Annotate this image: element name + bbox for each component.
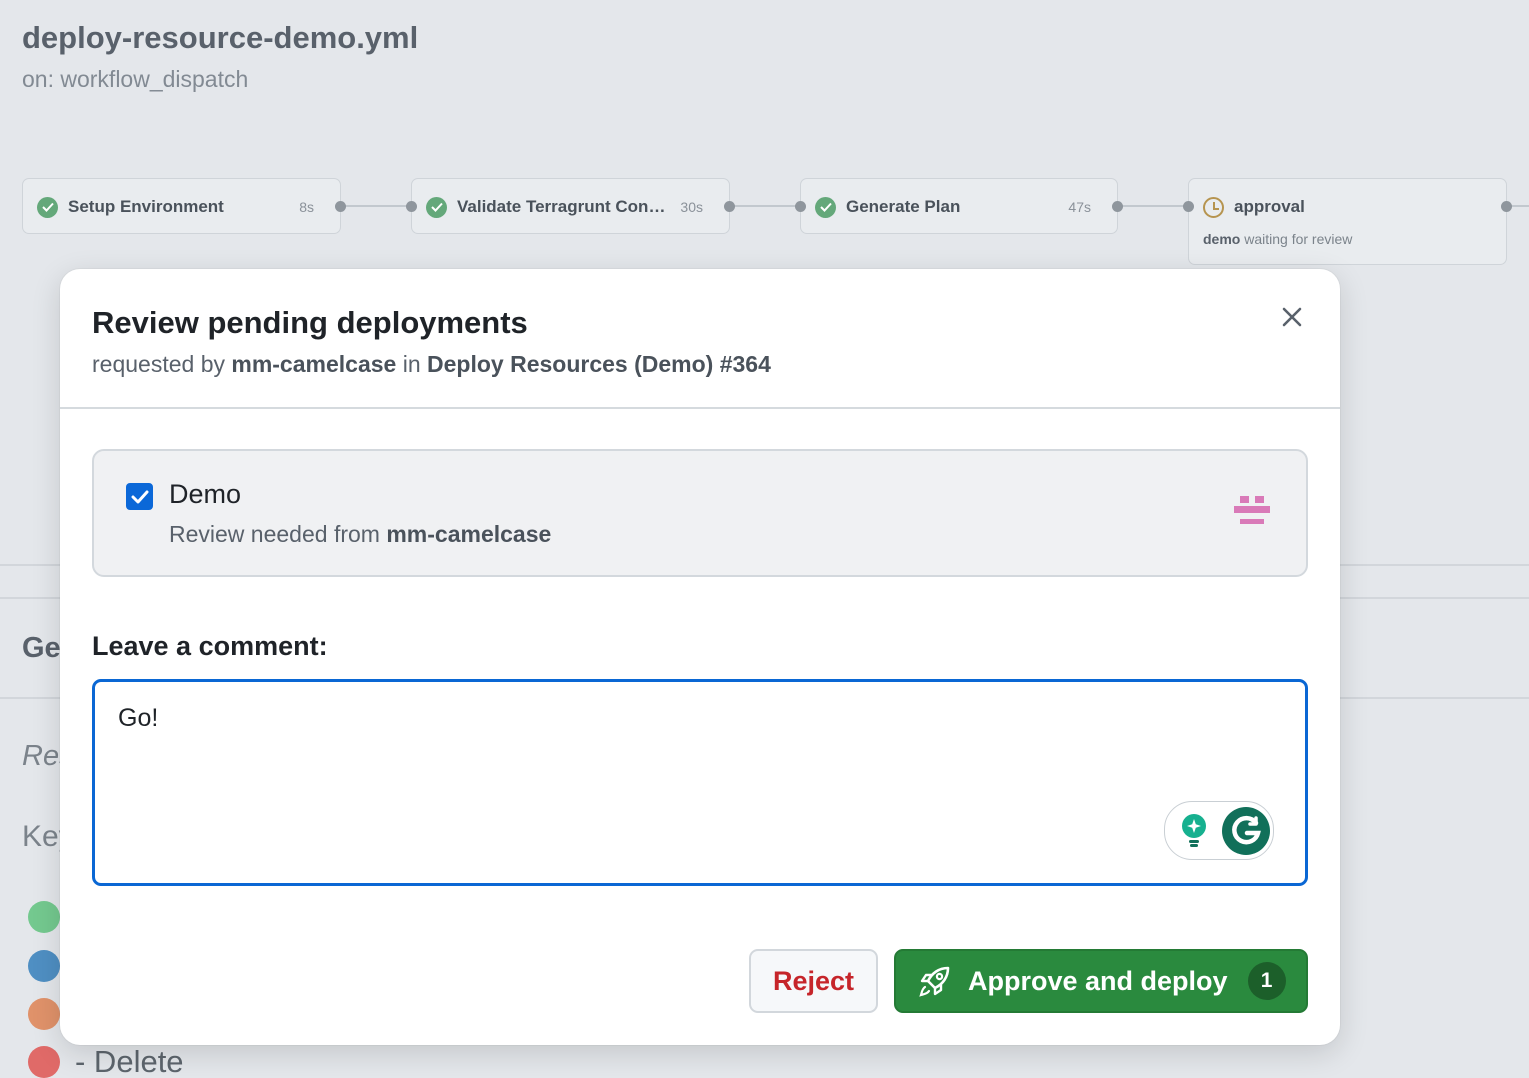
grammarly-widget[interactable]: [1164, 801, 1274, 860]
job-port: [795, 201, 806, 212]
job-connector: [341, 205, 411, 207]
dialog-header: Review pending deployments requested by …: [60, 269, 1340, 409]
checkbox-icon[interactable]: [126, 483, 153, 510]
job-port: [1501, 201, 1512, 212]
job-status-text: demo waiting for review: [1203, 231, 1352, 247]
job-card-setup-environment[interactable]: Setup Environment 8s: [22, 178, 346, 234]
requested-by-label: requested by: [92, 351, 225, 377]
job-name: approval: [1234, 197, 1305, 216]
review-needed-label: Review needed from: [169, 521, 380, 547]
environment-option-demo[interactable]: Demo Review needed from mm-camelcase: [92, 449, 1308, 577]
comment-textarea[interactable]: [92, 679, 1308, 886]
clock-icon: [1203, 196, 1224, 218]
approve-and-deploy-button[interactable]: Approve and deploy 1: [894, 949, 1308, 1013]
approve-count-badge: 1: [1247, 962, 1286, 1000]
job-environment: demo: [1203, 231, 1241, 247]
summary-section-heading: Ge: [22, 632, 61, 664]
approve-button-label: Approve and deploy: [968, 965, 1228, 996]
job-duration: 47s: [1068, 199, 1091, 215]
job-port: [1183, 201, 1194, 212]
job-connector: [730, 205, 800, 207]
requester-name: mm-camelcase: [231, 351, 397, 377]
dialog-subtitle: requested by mm-camelcase in Deploy Reso…: [92, 351, 771, 378]
reviewer-name: mm-camelcase: [386, 521, 552, 547]
dialog-title: Review pending deployments: [92, 305, 528, 340]
close-button[interactable]: [1276, 301, 1308, 333]
comment-label: Leave a comment:: [92, 631, 328, 661]
job-port: [406, 201, 417, 212]
check-circle-icon: [426, 196, 447, 218]
reject-button[interactable]: Reject: [749, 949, 878, 1013]
job-port: [724, 201, 735, 212]
job-name: Validate Terragrunt Configu...: [457, 197, 671, 216]
grammarly-bulb-icon[interactable]: [1179, 813, 1209, 849]
run-name: Deploy Resources (Demo) #364: [427, 351, 771, 377]
in-label: in: [402, 351, 421, 377]
close-icon[interactable]: [1282, 307, 1302, 327]
legend-dot-update: [28, 950, 60, 982]
check-circle-icon: [37, 196, 58, 218]
job-port: [1112, 201, 1123, 212]
workflow-trigger: on: workflow_dispatch: [22, 66, 249, 92]
job-card-generate-plan[interactable]: Generate Plan 47s: [795, 178, 1123, 234]
legend-dot-create: [28, 901, 60, 933]
grammarly-logo-icon[interactable]: [1222, 806, 1270, 855]
job-connector: [1118, 205, 1188, 207]
review-deployments-dialog: Review pending deployments requested by …: [60, 269, 1340, 1045]
rocket-icon: [919, 966, 950, 997]
job-waiting-text: waiting for review: [1244, 231, 1353, 247]
environment-name: Demo: [169, 479, 242, 509]
job-card-validate-terragrunt[interactable]: Validate Terragrunt Configu... 30s: [406, 178, 735, 234]
workflow-file-name: deploy-resource-demo.yml: [22, 20, 419, 55]
job-name: Setup Environment: [68, 197, 224, 216]
environment-review-text: Review needed from mm-camelcase: [169, 521, 551, 548]
job-card-approval[interactable]: approval demo waiting for review: [1183, 178, 1512, 265]
job-name: Generate Plan: [846, 197, 961, 216]
job-duration: 30s: [680, 199, 703, 215]
legend-dot-delete: [28, 1046, 60, 1078]
legend-dot-replace: [28, 998, 60, 1030]
legend-delete-label: - Delete: [75, 1044, 184, 1078]
identicon-avatar: [1234, 496, 1270, 526]
job-port: [335, 201, 346, 212]
job-duration: 8s: [299, 199, 314, 215]
check-circle-icon: [815, 196, 836, 218]
